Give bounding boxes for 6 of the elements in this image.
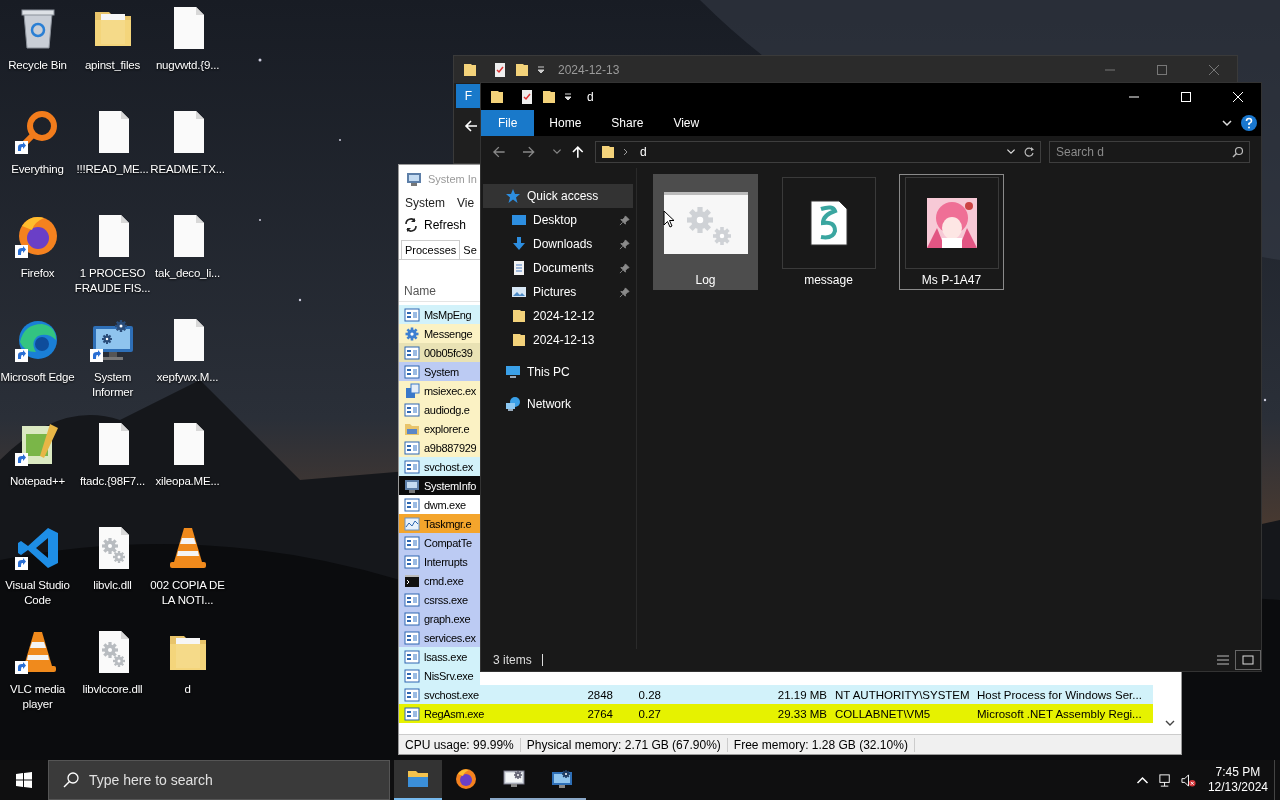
taskbar-app[interactable] bbox=[394, 760, 442, 800]
search-icon bbox=[63, 772, 79, 788]
clock[interactable]: 7:45 PM 12/13/2024 bbox=[1199, 765, 1274, 795]
search-field[interactable]: Type here to search bbox=[48, 760, 390, 800]
fox-icon bbox=[454, 767, 478, 791]
monitor-gear-icon bbox=[550, 767, 574, 791]
